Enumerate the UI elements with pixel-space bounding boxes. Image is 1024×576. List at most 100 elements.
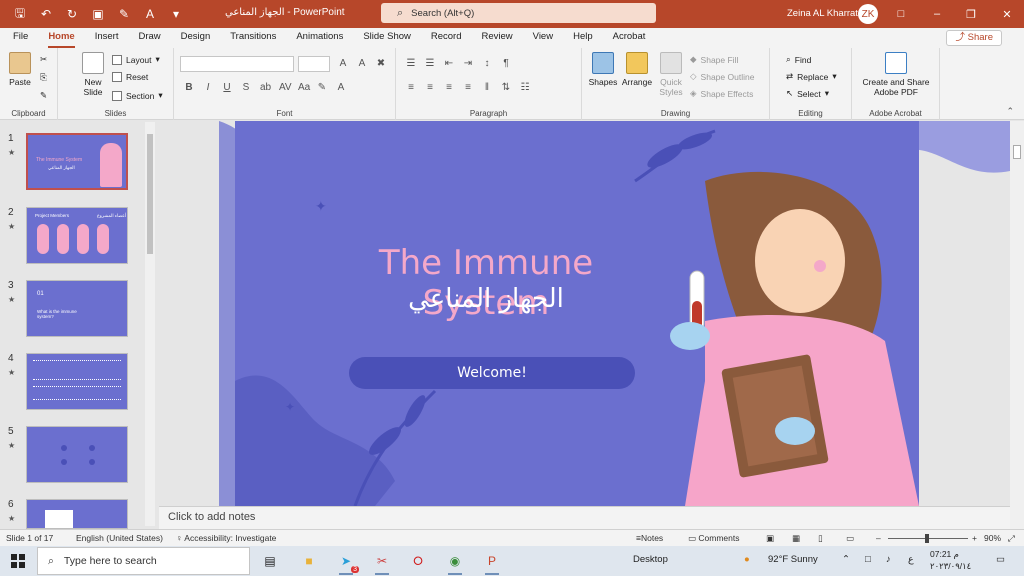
reading-view-icon[interactable]: ▯ — [818, 533, 823, 544]
file-explorer-icon[interactable]: ■ — [296, 549, 322, 573]
minimize-icon[interactable]: – — [922, 4, 952, 24]
justify-icon[interactable]: ≡ — [463, 82, 473, 93]
normal-view-icon[interactable]: ▣ — [766, 533, 774, 544]
text-direction-icon[interactable]: ⇅ — [501, 82, 511, 93]
spacing-icon[interactable]: AV — [279, 82, 292, 93]
paste-button[interactable]: Paste — [6, 52, 34, 87]
columns-icon[interactable]: ‖ — [482, 82, 492, 93]
rtl-icon[interactable]: ¶ — [501, 58, 511, 69]
underline-icon[interactable]: U — [222, 82, 232, 93]
zoom-out-icon[interactable]: – — [876, 533, 881, 543]
format-painter-icon[interactable]: ✎ — [112, 3, 136, 25]
slide-thumbnail[interactable]: The Immune System الجهاز المناعي — [26, 133, 128, 190]
tab-design[interactable]: Design — [171, 28, 221, 48]
decrease-indent-icon[interactable]: ⇤ — [444, 58, 454, 69]
tab-transitions[interactable]: Transitions — [220, 28, 286, 48]
notifications-icon[interactable]: ▭ — [996, 554, 1005, 565]
maximize-icon[interactable]: ❐ — [956, 4, 986, 24]
tab-draw[interactable]: Draw — [128, 28, 170, 48]
section-button[interactable]: Section ▾ — [112, 90, 163, 101]
font-name-dropdown[interactable] — [180, 56, 294, 72]
tab-home[interactable]: Home — [38, 28, 84, 48]
shape-effects-button[interactable]: ◈ Shape Effects — [690, 88, 753, 99]
tab-insert[interactable]: Insert — [85, 28, 129, 48]
powerpoint-icon[interactable]: P — [479, 549, 505, 575]
highlight-icon[interactable]: ✎ — [317, 82, 327, 93]
create-share-pdf-button[interactable]: Create and Share Adobe PDF — [858, 52, 934, 97]
user-name[interactable]: Zeina AL Kharrat — [787, 8, 858, 19]
notes-toggle[interactable]: ≡Notes — [636, 533, 663, 543]
tab-acrobat[interactable]: Acrobat — [603, 28, 656, 48]
network-icon[interactable]: □ — [865, 554, 871, 565]
reset-button[interactable]: Reset — [112, 72, 148, 82]
shape-outline-button[interactable]: ◇ Shape Outline — [690, 71, 754, 82]
clock-date[interactable]: ٢٠٢٣/٠٩/١٤ — [930, 561, 971, 572]
font-size-dropdown[interactable] — [298, 56, 330, 72]
show-hidden-icons[interactable]: ⌃ — [842, 554, 850, 565]
align-left-icon[interactable]: ≡ — [406, 82, 416, 93]
new-slide-button[interactable]: New Slide — [80, 52, 106, 97]
clock-time[interactable]: 07:21 م — [930, 549, 959, 560]
start-button[interactable] — [0, 546, 36, 576]
notes-pane[interactable]: Click to add notes — [159, 506, 1010, 529]
ribbon-display-icon[interactable]: □ — [886, 4, 916, 24]
slide-thumbnail[interactable]: 01 What is the immune system? — [26, 280, 128, 337]
opera-icon[interactable]: ⭘ — [405, 549, 431, 573]
font-color-ribbon-icon[interactable]: A — [336, 82, 346, 93]
bullets-icon[interactable]: ☰ — [406, 58, 416, 69]
tab-view[interactable]: View — [523, 28, 563, 48]
replace-button[interactable]: ⇄ Replace ▾ — [786, 71, 837, 82]
save-icon[interactable]: 🖫 — [8, 3, 32, 25]
fit-slide-icon[interactable]: ⤢ — [1008, 533, 1015, 544]
zoom-in-icon[interactable]: + — [972, 533, 977, 543]
clear-format-icon[interactable]: ✖ — [376, 58, 386, 69]
strikethrough-icon[interactable]: S — [241, 82, 251, 93]
close-icon[interactable]: ✕ — [992, 4, 1022, 24]
zoom-slider-handle[interactable] — [925, 534, 929, 543]
tab-file[interactable]: File — [3, 28, 38, 48]
cut-icon[interactable]: ✂ — [40, 54, 47, 65]
decrease-font-icon[interactable]: A — [357, 58, 367, 69]
arrange-button[interactable]: Arrange — [620, 52, 654, 87]
bold-icon[interactable]: B — [184, 82, 194, 93]
weather-status[interactable]: 92°F Sunny — [768, 554, 818, 565]
slide-scrollbar[interactable] — [1010, 121, 1024, 529]
layout-button[interactable]: Layout ▾ — [112, 54, 160, 65]
zoom-level[interactable]: 90% — [984, 533, 1001, 543]
present-icon[interactable]: ▣ — [86, 3, 110, 25]
tab-help[interactable]: Help — [563, 28, 603, 48]
slide-thumbnail[interactable] — [26, 426, 128, 483]
welcome-button[interactable]: Welcome! — [349, 357, 635, 389]
snipping-tool-icon[interactable]: ✂ — [369, 549, 395, 575]
taskbar-search-input[interactable]: ⌕ Type here to search — [37, 547, 250, 575]
align-right-icon[interactable]: ≡ — [444, 82, 454, 93]
redo-icon[interactable]: ↻ — [60, 3, 84, 25]
tab-animations[interactable]: Animations — [286, 28, 353, 48]
comments-toggle[interactable]: ▭ Comments — [688, 533, 740, 544]
customize-qat-icon[interactable]: ▾ — [164, 3, 188, 25]
quick-styles-button[interactable]: Quick Styles — [656, 52, 686, 97]
tab-slide-show[interactable]: Slide Show — [353, 28, 421, 48]
font-color-icon[interactable]: A — [138, 3, 162, 25]
slide-sorter-icon[interactable]: ▦ — [792, 533, 800, 544]
volume-icon[interactable]: ♪ — [886, 554, 891, 565]
slide-thumbnail[interactable] — [26, 499, 128, 529]
accessibility-status[interactable]: ♀ Accessibility: Investigate — [176, 533, 276, 543]
chrome-icon[interactable]: ◉ — [442, 549, 468, 575]
shape-fill-button[interactable]: ◆ Shape Fill — [690, 54, 738, 65]
slide-thumbnail[interactable] — [26, 353, 128, 410]
search-input[interactable]: ⌕ Search (Alt+Q) — [381, 3, 656, 23]
line-spacing-icon[interactable]: ↕ — [482, 58, 492, 69]
slide-1[interactable]: ✦ ✦ ✦ The Immune System الجهاز المناعي W… — [235, 121, 919, 506]
format-painter-brush-icon[interactable]: ✎ — [40, 90, 47, 101]
telegram-icon[interactable]: ➤ 3 — [333, 549, 359, 575]
tab-record[interactable]: Record — [421, 28, 472, 48]
slideshow-view-icon[interactable]: ▭ — [846, 533, 854, 544]
increase-indent-icon[interactable]: ⇥ — [463, 58, 473, 69]
tab-review[interactable]: Review — [472, 28, 523, 48]
numbering-icon[interactable]: ☰ — [425, 58, 435, 69]
slide-thumbnail[interactable]: Project Members أعضاء المشروع — [26, 207, 128, 264]
change-case-icon[interactable]: Aa — [298, 82, 310, 93]
shapes-button[interactable]: Shapes — [588, 52, 618, 87]
undo-icon[interactable]: ↶ — [34, 3, 58, 25]
